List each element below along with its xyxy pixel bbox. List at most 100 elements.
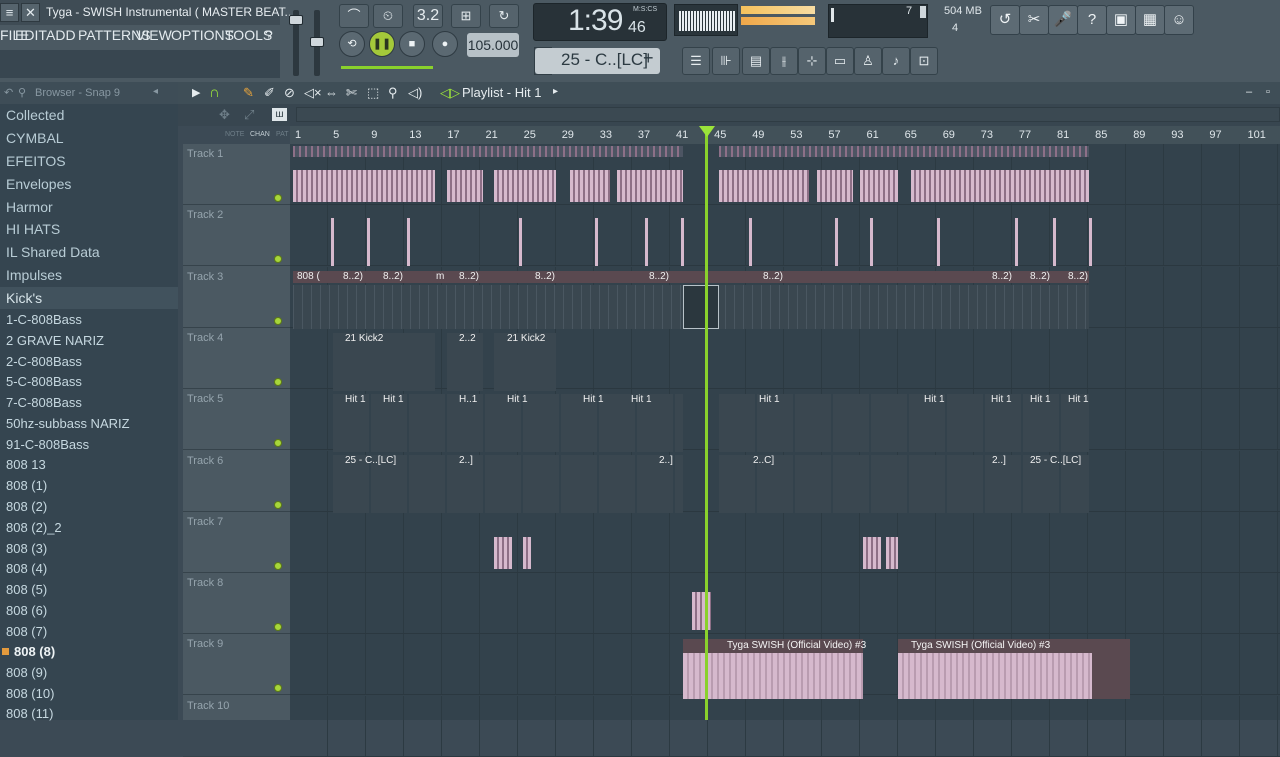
pattern-clip-selected[interactable] <box>683 285 719 329</box>
browser-item[interactable]: 808 (2)_2 <box>6 520 62 535</box>
browser-item[interactable]: 808 (10) <box>6 686 54 701</box>
restore-icon[interactable]: ▫ <box>1266 86 1270 98</box>
browser-item[interactable]: Harmor <box>6 199 53 215</box>
browser-item[interactable]: 1-C-808Bass <box>6 312 82 327</box>
browser-item[interactable]: Collected <box>6 107 64 123</box>
browser-item[interactable]: 808 (1) <box>6 478 47 493</box>
record-button[interactable]: ● <box>432 31 458 57</box>
pause-button[interactable]: ❚❚ <box>369 31 395 57</box>
overview-arrows-icon[interactable]: ✥ <box>219 107 230 123</box>
track-mute-led[interactable] <box>274 194 282 202</box>
browser-item[interactable]: 808 (6) <box>6 603 47 618</box>
magnet-icon[interactable]: ∩ <box>209 84 220 101</box>
browser-arrow-icon[interactable]: ◂ <box>153 86 158 97</box>
audio-clip[interactable] <box>519 218 522 266</box>
step-edit-icon[interactable]: ⊞ <box>451 4 481 28</box>
browser-item[interactable]: HI HATS <box>6 221 60 237</box>
zoom-tool-icon[interactable]: ⚲ <box>388 85 398 101</box>
browser-icon[interactable]: ▭ <box>826 47 854 75</box>
add-pattern-icon[interactable]: + <box>643 48 654 69</box>
browser-item[interactable]: Impulses <box>6 267 62 283</box>
help-icon[interactable]: ? <box>1077 5 1107 35</box>
close-icon[interactable]: ✕ <box>21 3 40 22</box>
browser-item[interactable]: 808 (4) <box>6 561 47 576</box>
browser-item[interactable]: 2-C-808Bass <box>6 354 82 369</box>
audio-clip[interactable] <box>407 218 410 266</box>
browser-item[interactable]: Kick's <box>6 290 42 306</box>
track-mute-led[interactable] <box>274 316 282 325</box>
browser-item[interactable]: 808 (7) <box>6 624 47 639</box>
loop-record-icon[interactable]: ↻ <box>489 4 519 28</box>
piano-keys-icon[interactable]: ш <box>272 108 287 121</box>
browser-item[interactable]: 808 (8) <box>14 644 55 659</box>
browser-item[interactable]: CYMBAL <box>6 130 64 146</box>
audio-clip[interactable] <box>494 537 512 569</box>
menu-icon[interactable]: ≡ <box>0 3 19 22</box>
track-lane[interactable] <box>290 511 1280 573</box>
audio-clip[interactable] <box>367 218 370 266</box>
audio-clip[interactable] <box>817 170 853 202</box>
pattern-song-toggle-icon[interactable]: ⟲ <box>339 31 365 57</box>
paint-tool-icon[interactable]: ✐ <box>264 85 275 101</box>
audio-clip[interactable] <box>595 218 598 266</box>
track-lane[interactable] <box>290 695 1280 757</box>
song-position-bar[interactable] <box>341 66 433 69</box>
mute-tool-icon[interactable]: ◁× <box>304 85 322 101</box>
channel-rack-icon[interactable]: ▤ <box>742 47 770 75</box>
render-icon[interactable]: ▦ <box>1135 5 1165 35</box>
audio-clip[interactable] <box>749 218 752 266</box>
overview-tool-icon[interactable]: ⤢ <box>244 107 254 123</box>
timeline-ruler[interactable] <box>290 126 1280 144</box>
playhead-marker-icon[interactable] <box>699 126 715 137</box>
browser-item[interactable]: 7-C-808Bass <box>6 395 82 410</box>
audio-clip[interactable] <box>447 170 483 202</box>
audio-clip[interactable] <box>692 592 711 630</box>
draw-tool-icon[interactable]: ✎ <box>243 85 254 101</box>
chat-icon[interactable]: ☺ <box>1164 5 1194 35</box>
playlist-icon[interactable]: ☰ <box>682 47 710 75</box>
audio-clip[interactable] <box>719 170 809 202</box>
playhead[interactable] <box>705 126 708 720</box>
slice-tool-icon[interactable]: ✄ <box>346 85 357 101</box>
plugin-picker-icon[interactable]: ⊹ <box>798 47 826 75</box>
browser-item[interactable]: IL Shared Data <box>6 244 100 260</box>
audio-clip[interactable] <box>645 218 648 266</box>
browser-item[interactable]: 808 (11) <box>6 706 53 721</box>
minimize-icon[interactable]: – <box>1246 86 1252 98</box>
browser-item[interactable]: 91-C-808Bass <box>6 437 89 452</box>
track-lane[interactable] <box>290 327 1280 389</box>
track-lane[interactable] <box>290 573 1280 635</box>
audio-clip[interactable] <box>860 170 898 202</box>
window-icon[interactable]: ⊡ <box>910 47 938 75</box>
playback-tool-icon[interactable]: ◁) <box>408 85 422 101</box>
audio-clip[interactable] <box>494 170 556 202</box>
audio-clip[interactable] <box>570 170 610 202</box>
playlist-options-icon[interactable]: ▶ <box>192 86 200 99</box>
browser-item[interactable]: 5-C-808Bass <box>6 374 82 389</box>
slip-tool-icon[interactable]: ⇔ <box>325 85 338 100</box>
menu-help[interactable]: ? <box>265 27 273 43</box>
audio-clip[interactable] <box>835 218 838 266</box>
audio-clip[interactable] <box>1053 218 1056 266</box>
browser-item[interactable]: 808 (5) <box>6 582 47 597</box>
delete-tool-icon[interactable]: ⊘ <box>284 85 295 101</box>
stop-button[interactable]: ■ <box>399 31 425 57</box>
wait-input-icon[interactable]: ⏲ <box>373 4 403 28</box>
track-mute-led[interactable] <box>274 500 282 509</box>
metronome-icon[interactable]: ⌒ <box>339 4 369 28</box>
audio-clip[interactable] <box>1089 218 1092 266</box>
audio-clip[interactable] <box>331 218 334 266</box>
menu-edit[interactable]: EDIT <box>15 27 47 43</box>
menu-add[interactable]: ADD <box>46 27 76 43</box>
tempo-display[interactable]: 105.000 <box>467 33 519 57</box>
browser-item[interactable]: Envelopes <box>6 176 71 192</box>
browser-back-icon[interactable]: ↶ <box>4 86 13 99</box>
audio-clip[interactable] <box>293 170 435 202</box>
menu-view[interactable]: VIEW <box>136 27 172 43</box>
audio-clip[interactable] <box>870 218 873 266</box>
overview-scrollbar[interactable] <box>296 107 1280 122</box>
playlist-title-arrow-icon[interactable]: ▸ <box>553 86 558 97</box>
audio-clip[interactable] <box>863 537 881 569</box>
snap-value[interactable]: 3.2 <box>413 4 443 28</box>
audio-clip[interactable] <box>911 170 1089 202</box>
